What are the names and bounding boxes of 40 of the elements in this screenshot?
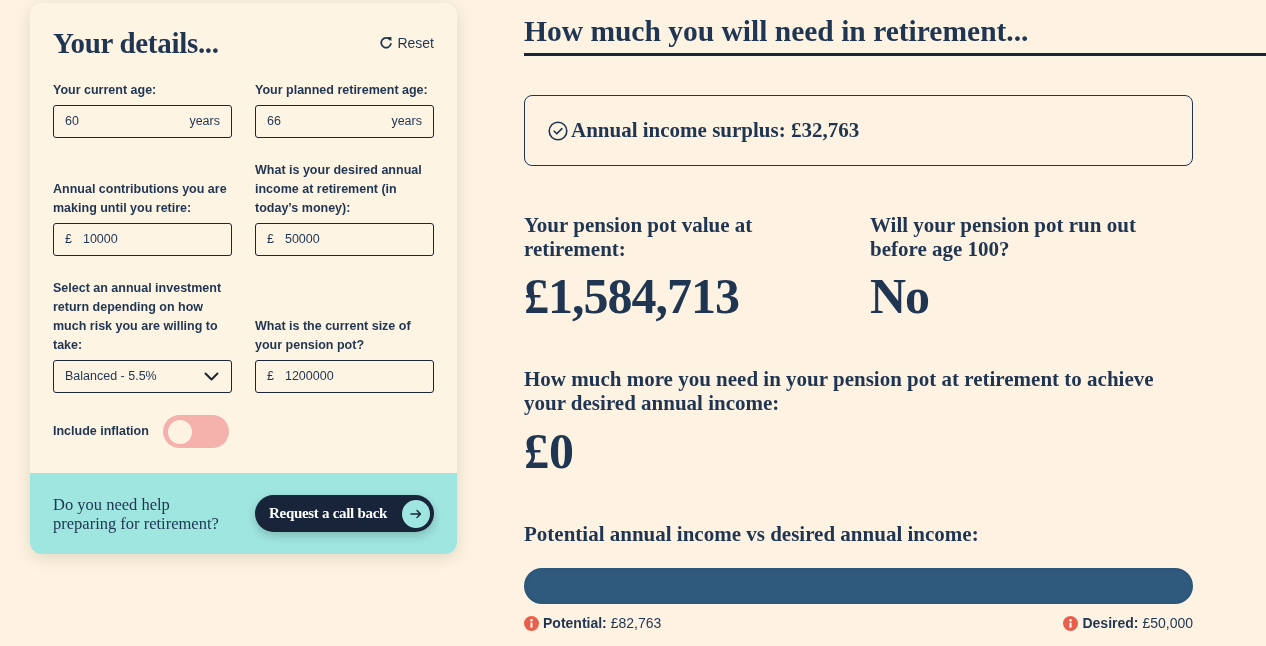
field-label: Your planned retirement age: bbox=[255, 82, 429, 99]
text-input[interactable]: 66 years bbox=[255, 105, 434, 138]
field-label: Your current age: bbox=[53, 82, 158, 99]
stat-value: No bbox=[870, 268, 930, 324]
arrow-right-icon bbox=[400, 497, 432, 530]
section-heading: How much you will need in retirement... bbox=[524, 14, 1029, 49]
help-text: Do you need help preparing for retirement? bbox=[53, 494, 220, 533]
stat-value: £1,584,713 bbox=[524, 268, 739, 324]
field-label: Annual contributions you are making until you retire: bbox=[53, 181, 228, 217]
field-label: What is your desired annual income at retirement (in today’s money): bbox=[255, 162, 423, 217]
refresh-icon bbox=[379, 36, 394, 50]
risk-select[interactable]: Balanced - 5.5% bbox=[53, 360, 232, 393]
stat-label: Your pension pot value at retirement: bbox=[524, 213, 754, 261]
field-label: Select an annual investment return depending on how much risk you are willing to take: bbox=[53, 280, 223, 354]
legend-text: Desired: £50,000 bbox=[1082, 614, 1193, 633]
text-input[interactable]: 60 years bbox=[53, 105, 232, 138]
status-text: Annual income surplus: £32,763 bbox=[571, 116, 860, 144]
check-circle-icon bbox=[548, 120, 568, 141]
unit-label: years bbox=[391, 113, 422, 131]
toggle-label: Include inflation bbox=[53, 423, 150, 441]
chevron-down-icon bbox=[204, 372, 219, 381]
currency-symbol: £ bbox=[267, 231, 274, 249]
shortfall-value: £0 bbox=[524, 423, 574, 479]
text-input[interactable]: £ 10000 bbox=[53, 223, 232, 256]
info-icon bbox=[1063, 615, 1079, 631]
legend-text: Potential: £82,763 bbox=[543, 614, 662, 633]
comparison-title: Potential annual income vs desired annual income: bbox=[524, 522, 979, 546]
field-label: What is the current size of your pension pot? bbox=[255, 318, 412, 354]
call-back-button[interactable]: Request a call back bbox=[255, 495, 434, 532]
shortfall-label: How much more you need in your pension pot at retirement to achieve your desired annual income: bbox=[524, 367, 1155, 415]
stat-label: Will your pension pot run out before age 100? bbox=[870, 213, 1137, 261]
text-input[interactable]: £ 50000 bbox=[255, 223, 434, 256]
currency-symbol: £ bbox=[65, 231, 72, 249]
currency-symbol: £ bbox=[267, 368, 274, 386]
panel-title: Your details... bbox=[53, 26, 219, 61]
text-input[interactable]: £ 1200000 bbox=[255, 360, 434, 393]
unit-label: years bbox=[189, 113, 220, 131]
info-icon bbox=[524, 615, 539, 631]
reset-button[interactable]: Reset bbox=[379, 32, 434, 54]
inflation-toggle[interactable] bbox=[163, 415, 229, 448]
